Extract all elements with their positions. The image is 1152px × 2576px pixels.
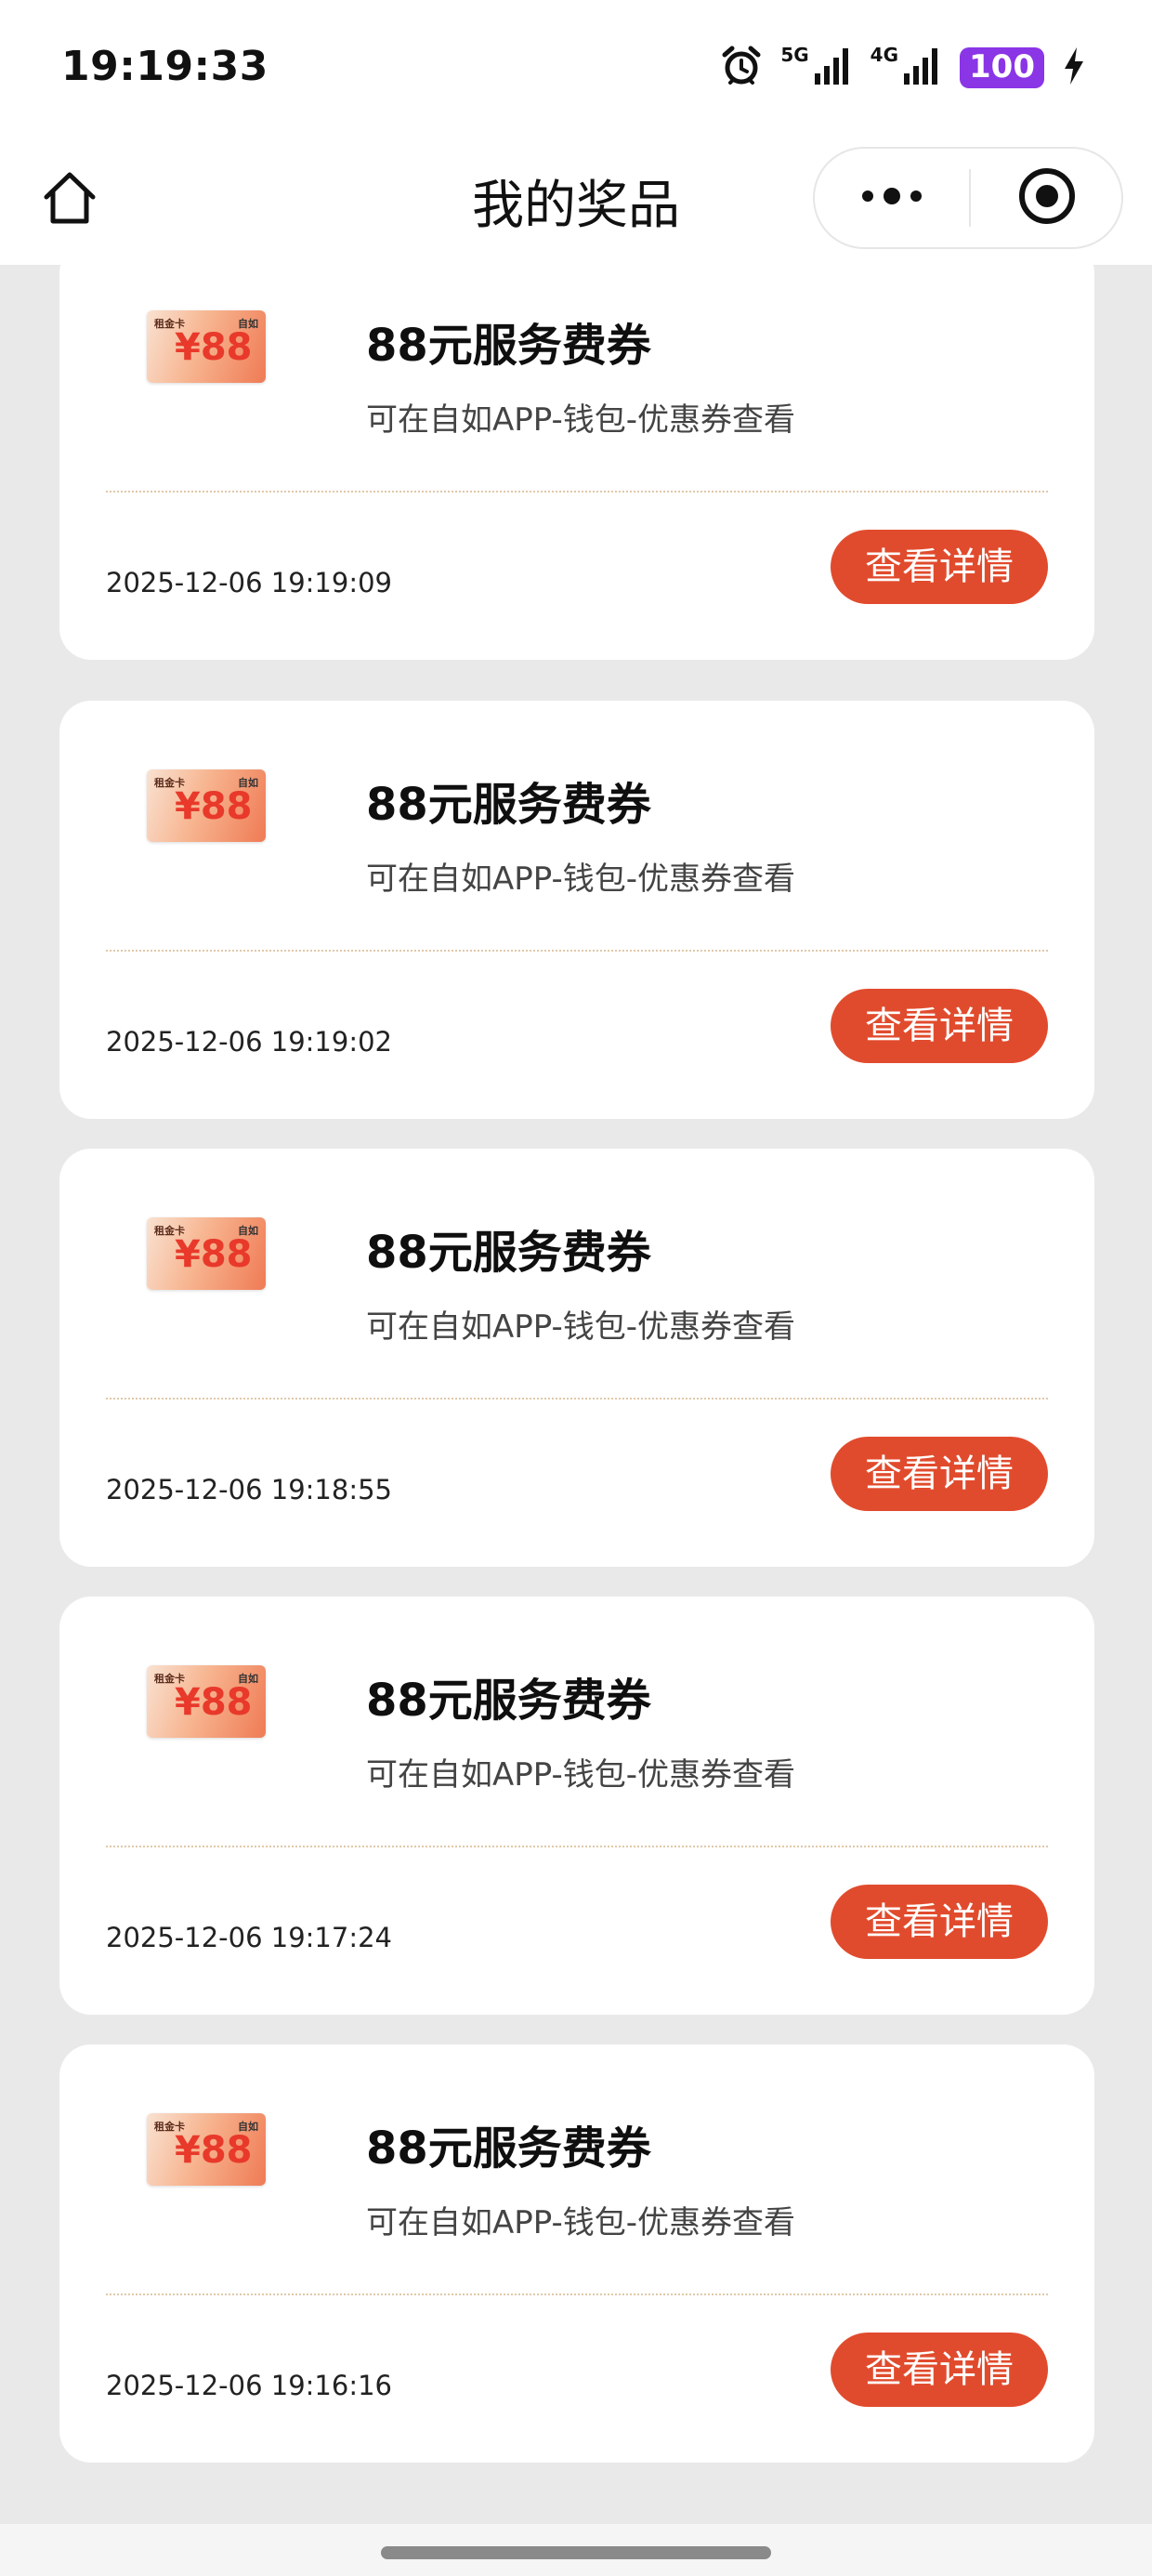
status-bar: 19:19:33 5G 4G 100 xyxy=(0,0,1152,139)
view-details-button[interactable]: 查看详情 xyxy=(831,1437,1048,1511)
prize-date: 2025-12-06 19:19:02 xyxy=(106,1026,392,1058)
prize-card: 租金卡 自如 ¥88 88元服务费券 可在自如APP-钱包-优惠券查看 2025… xyxy=(59,2044,1094,2463)
prize-date: 2025-12-06 19:16:16 xyxy=(106,2370,392,2401)
prize-title: 88元服务费券 xyxy=(366,779,651,831)
close-button[interactable] xyxy=(971,149,1123,247)
prize-description: 可在自如APP-钱包-优惠券查看 xyxy=(366,1308,796,1346)
home-indicator[interactable] xyxy=(381,2546,771,2559)
thumbnail-amount: ¥88 xyxy=(175,785,253,828)
thumbnail-amount: ¥88 xyxy=(175,1233,253,1276)
prize-description: 可在自如APP-钱包-优惠券查看 xyxy=(366,861,796,898)
prize-title: 88元服务费券 xyxy=(366,2123,651,2175)
alarm-icon xyxy=(719,44,764,92)
coupon-thumbnail: 租金卡 自如 ¥88 xyxy=(147,769,266,842)
prize-card: 租金卡 自如 ¥88 88元服务费券 可在自如APP-钱包-优惠券查看 2025… xyxy=(59,242,1094,660)
signal-icon xyxy=(902,46,943,90)
coupon-thumbnail: 租金卡 自如 ¥88 xyxy=(147,1665,266,1738)
network-4g-label: 4G xyxy=(870,44,899,66)
coupon-thumbnail: 租金卡 自如 ¥88 xyxy=(147,2113,266,2186)
view-details-button[interactable]: 查看详情 xyxy=(831,1885,1048,1959)
status-time: 19:19:33 xyxy=(61,43,268,90)
prize-card: 租金卡 自如 ¥88 88元服务费券 可在自如APP-钱包-优惠券查看 2025… xyxy=(59,1597,1094,2015)
prize-description: 可在自如APP-钱包-优惠券查看 xyxy=(366,2204,796,2241)
prize-title: 88元服务费券 xyxy=(366,1227,651,1279)
mini-program-capsule xyxy=(813,147,1123,249)
coupon-thumbnail: 租金卡 自如 ¥88 xyxy=(147,1217,266,1290)
view-details-button[interactable]: 查看详情 xyxy=(831,989,1048,1063)
prize-date: 2025-12-06 19:17:24 xyxy=(106,1922,392,1953)
card-divider xyxy=(106,950,1048,952)
card-divider xyxy=(106,1398,1048,1400)
network-5g-label: 5G xyxy=(780,44,809,66)
charging-icon xyxy=(1061,46,1087,90)
coupon-thumbnail: 租金卡 自如 ¥88 xyxy=(147,310,266,383)
prize-date: 2025-12-06 19:19:09 xyxy=(106,567,392,598)
prize-title: 88元服务费券 xyxy=(366,1675,651,1727)
view-details-button[interactable]: 查看详情 xyxy=(831,530,1048,604)
more-button[interactable] xyxy=(815,149,969,247)
card-divider xyxy=(106,1846,1048,1847)
prize-card: 租金卡 自如 ¥88 88元服务费券 可在自如APP-钱包-优惠券查看 2025… xyxy=(59,1149,1094,1567)
prize-description: 可在自如APP-钱包-优惠券查看 xyxy=(366,1756,796,1794)
prize-list: 租金卡 自如 ¥88 88元服务费券 可在自如APP-钱包-优惠券查看 2025… xyxy=(0,0,1152,2576)
close-target-icon xyxy=(1016,165,1078,230)
signal-icon xyxy=(813,46,854,90)
thumbnail-amount: ¥88 xyxy=(175,1681,253,1724)
card-divider xyxy=(106,2293,1048,2295)
battery-level: 100 xyxy=(960,47,1044,88)
prize-title: 88元服务费券 xyxy=(366,320,651,372)
navigation-bar: 我的奖品 xyxy=(0,139,1152,265)
thumbnail-amount: ¥88 xyxy=(175,2129,253,2172)
status-icons: 5G 4G 100 xyxy=(719,42,1087,94)
thumbnail-amount: ¥88 xyxy=(175,326,253,369)
view-details-button[interactable]: 查看详情 xyxy=(831,2333,1048,2407)
prize-date: 2025-12-06 19:18:55 xyxy=(106,1474,392,1505)
card-divider xyxy=(106,491,1048,493)
more-dots-icon xyxy=(858,185,925,211)
bottom-bar xyxy=(0,2524,1152,2576)
prize-card: 租金卡 自如 ¥88 88元服务费券 可在自如APP-钱包-优惠券查看 2025… xyxy=(59,701,1094,1119)
prize-description: 可在自如APP-钱包-优惠券查看 xyxy=(366,401,796,439)
